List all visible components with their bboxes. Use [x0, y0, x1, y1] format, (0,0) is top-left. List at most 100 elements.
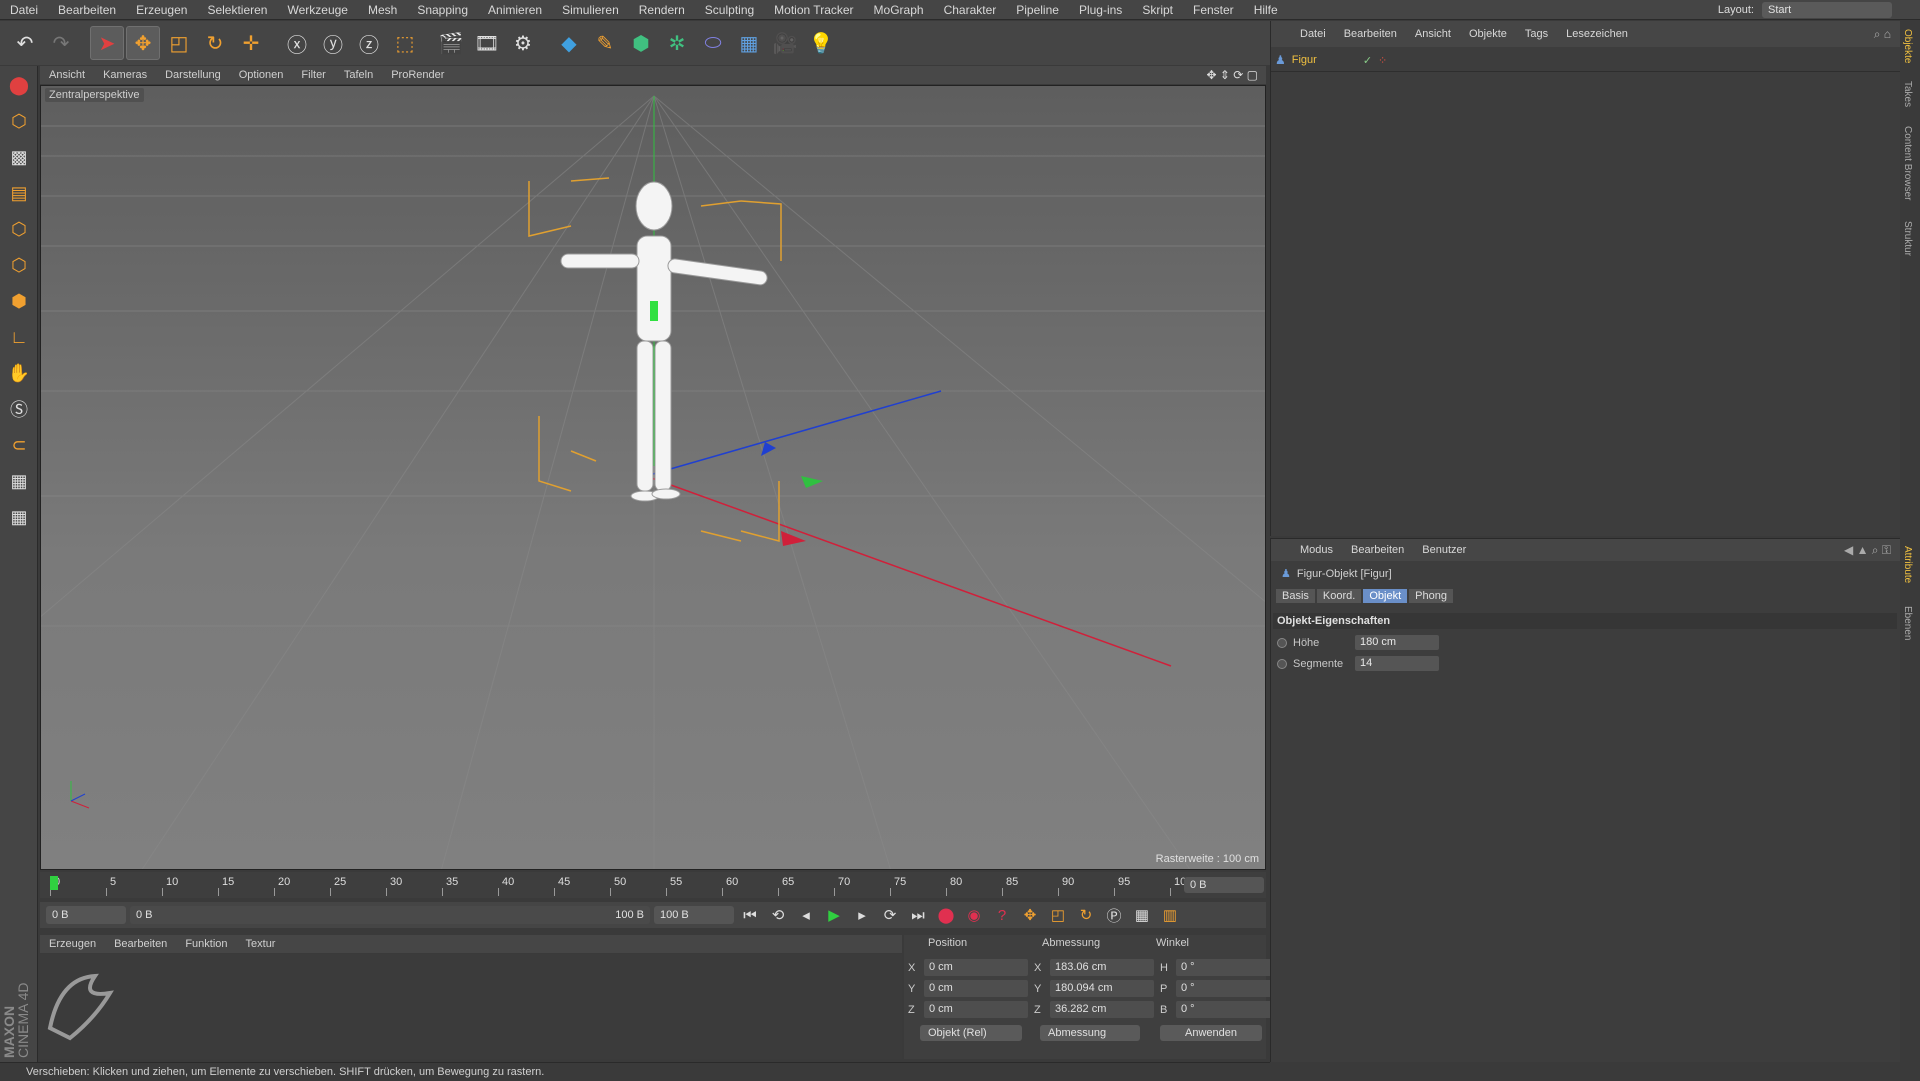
- position-y-field[interactable]: 0 cm: [924, 980, 1028, 997]
- grid-icon[interactable]: ▦: [2, 464, 36, 498]
- select-tool-icon[interactable]: ➤: [90, 26, 124, 60]
- vp-menu-ansicht[interactable]: Ansicht: [40, 69, 94, 81]
- polygons-mode-icon[interactable]: ⬢: [2, 284, 36, 318]
- menu-snapping[interactable]: Snapping: [407, 0, 478, 20]
- menu-skript[interactable]: Skript: [1132, 0, 1183, 20]
- key-position-icon[interactable]: ✥: [1018, 903, 1042, 927]
- position-x-field[interactable]: 0 cm: [924, 959, 1028, 976]
- obj-menu-lesezeichen[interactable]: Lesezeichen: [1557, 28, 1637, 40]
- menu-hilfe[interactable]: Hilfe: [1244, 0, 1288, 20]
- layout-select[interactable]: Start: [1762, 2, 1892, 18]
- vp-menu-optionen[interactable]: Optionen: [230, 69, 293, 81]
- cube-primitive-icon[interactable]: ◆: [552, 26, 586, 60]
- menu-fenster[interactable]: Fenster: [1183, 0, 1244, 20]
- menu-simulieren[interactable]: Simulieren: [552, 0, 629, 20]
- mat-menu-textur[interactable]: Textur: [237, 938, 285, 950]
- size-x-field[interactable]: 183.06 cm: [1050, 959, 1154, 976]
- subdivision-surface-icon[interactable]: ⬢: [624, 26, 658, 60]
- start-frame-field[interactable]: 0 B: [46, 906, 126, 924]
- side-tab-content-browser[interactable]: Content Browser: [1902, 126, 1913, 200]
- mat-menu-erzeugen[interactable]: Erzeugen: [40, 938, 105, 950]
- menu-charakter[interactable]: Charakter: [934, 0, 1007, 20]
- rotate-tool-icon[interactable]: ↻: [198, 26, 232, 60]
- tab-phong[interactable]: Phong: [1409, 589, 1453, 603]
- side-tab-objekte[interactable]: Objekte: [1902, 29, 1913, 63]
- render-view-icon[interactable]: 🎬: [434, 26, 468, 60]
- undo-icon[interactable]: ↶: [8, 26, 42, 60]
- menu-rendern[interactable]: Rendern: [629, 0, 695, 20]
- tab-koord[interactable]: Koord.: [1316, 589, 1362, 603]
- apply-button[interactable]: Anwenden: [1160, 1025, 1262, 1041]
- side-tab-takes[interactable]: Takes: [1902, 81, 1913, 107]
- play-icon[interactable]: ▶: [822, 903, 846, 927]
- cloner-icon[interactable]: ✲: [660, 26, 694, 60]
- floor-scene-icon[interactable]: ▦: [732, 26, 766, 60]
- vp-menu-tafeln[interactable]: Tafeln: [335, 69, 382, 81]
- tweak-mode-icon[interactable]: ✋: [2, 356, 36, 390]
- z-axis-lock-icon[interactable]: ⓩ: [352, 26, 386, 60]
- end-frame-field[interactable]: 100 B: [654, 906, 734, 924]
- tab-basis[interactable]: Basis: [1276, 589, 1315, 603]
- rotation-b-field[interactable]: 0 °: [1176, 1001, 1272, 1018]
- size-z-field[interactable]: 36.282 cm: [1050, 1001, 1154, 1018]
- menu-selektieren[interactable]: Selektieren: [197, 0, 277, 20]
- go-to-end-icon[interactable]: ⏭: [906, 903, 930, 927]
- tab-objekt[interactable]: Objekt: [1363, 589, 1408, 603]
- obj-search-icon[interactable]: ⌕ ⌂: [1874, 27, 1901, 42]
- range-slider[interactable]: 0 B 100 B: [130, 906, 650, 924]
- workplane-lock-icon[interactable]: ▦: [2, 500, 36, 534]
- menu-mesh[interactable]: Mesh: [358, 0, 407, 20]
- timeline-ruler[interactable]: 0510152025303540455055606570758085909510…: [40, 872, 1266, 898]
- obj-menu-bearbeiten[interactable]: Bearbeiten: [1335, 28, 1406, 40]
- material-area[interactable]: [40, 954, 902, 1059]
- axis-mode-icon[interactable]: ∟: [2, 320, 36, 354]
- mat-menu-funktion[interactable]: Funktion: [176, 938, 236, 950]
- edges-mode-icon[interactable]: ⬡: [2, 248, 36, 282]
- vp-menu-prorender[interactable]: ProRender: [382, 69, 453, 81]
- side-tab-struktur[interactable]: Struktur: [1902, 221, 1913, 256]
- autokey-icon[interactable]: ◉: [962, 903, 986, 927]
- position-z-field[interactable]: 0 cm: [924, 1001, 1028, 1018]
- rotation-p-field[interactable]: 0 °: [1176, 980, 1272, 997]
- go-to-start-icon[interactable]: ⏮: [738, 903, 762, 927]
- redo-icon[interactable]: ↷: [44, 26, 78, 60]
- attr-nav-icons[interactable]: ◀ ▲ ⌕ ⚿: [1844, 543, 1901, 558]
- menu-animieren[interactable]: Animieren: [478, 0, 552, 20]
- coord-mode-dropdown[interactable]: Objekt (Rel): [920, 1025, 1022, 1041]
- key-pla-icon[interactable]: ▦: [1130, 903, 1154, 927]
- segments-field[interactable]: 14: [1355, 656, 1439, 671]
- menu-sculpting[interactable]: Sculpting: [695, 0, 764, 20]
- render-settings-icon[interactable]: ⚙: [506, 26, 540, 60]
- obj-menu-objekte[interactable]: Objekte: [1460, 28, 1516, 40]
- key-rotation-icon[interactable]: ↻: [1074, 903, 1098, 927]
- snapping-icon[interactable]: Ⓢ: [2, 392, 36, 426]
- magnet-icon[interactable]: ⊂: [2, 428, 36, 462]
- menu-plugins[interactable]: Plug-ins: [1069, 0, 1132, 20]
- deformer-icon[interactable]: ⬭: [696, 26, 730, 60]
- visibility-check-icon[interactable]: ✓: [1363, 54, 1372, 67]
- side-tab-attribute[interactable]: Attribute: [1902, 546, 1913, 583]
- step-forward-icon[interactable]: ▸: [850, 903, 874, 927]
- menu-mograph[interactable]: MoGraph: [864, 0, 934, 20]
- spline-pen-icon[interactable]: ✎: [588, 26, 622, 60]
- rotation-h-field[interactable]: 0 °: [1176, 959, 1272, 976]
- obj-menu-tags[interactable]: Tags: [1516, 28, 1557, 40]
- step-back-icon[interactable]: ◂: [794, 903, 818, 927]
- tag-icon[interactable]: ⁘: [1378, 54, 1387, 67]
- coordinate-system-icon[interactable]: ⬚: [388, 26, 422, 60]
- 3d-viewport[interactable]: Zentralperspektive Rasterweite : 100 cm: [40, 85, 1266, 870]
- camera-icon[interactable]: 🎥: [768, 26, 802, 60]
- size-mode-dropdown[interactable]: Abmessung: [1040, 1025, 1140, 1041]
- scale-tool-icon[interactable]: ◰: [162, 26, 196, 60]
- vp-menu-filter[interactable]: Filter: [292, 69, 334, 81]
- workplane-icon[interactable]: ▤: [2, 176, 36, 210]
- current-frame-field[interactable]: 0 B: [1184, 877, 1264, 893]
- record-icon[interactable]: ⬤: [934, 903, 958, 927]
- height-field[interactable]: 180 cm: [1355, 635, 1439, 650]
- obj-menu-ansicht[interactable]: Ansicht: [1406, 28, 1460, 40]
- menu-erzeugen[interactable]: Erzeugen: [126, 0, 197, 20]
- object-name[interactable]: Figur: [1292, 54, 1317, 66]
- obj-menu-datei[interactable]: Datei: [1291, 28, 1335, 40]
- animate-radio-icon[interactable]: [1277, 637, 1287, 648]
- menu-datei[interactable]: Datei: [0, 0, 48, 20]
